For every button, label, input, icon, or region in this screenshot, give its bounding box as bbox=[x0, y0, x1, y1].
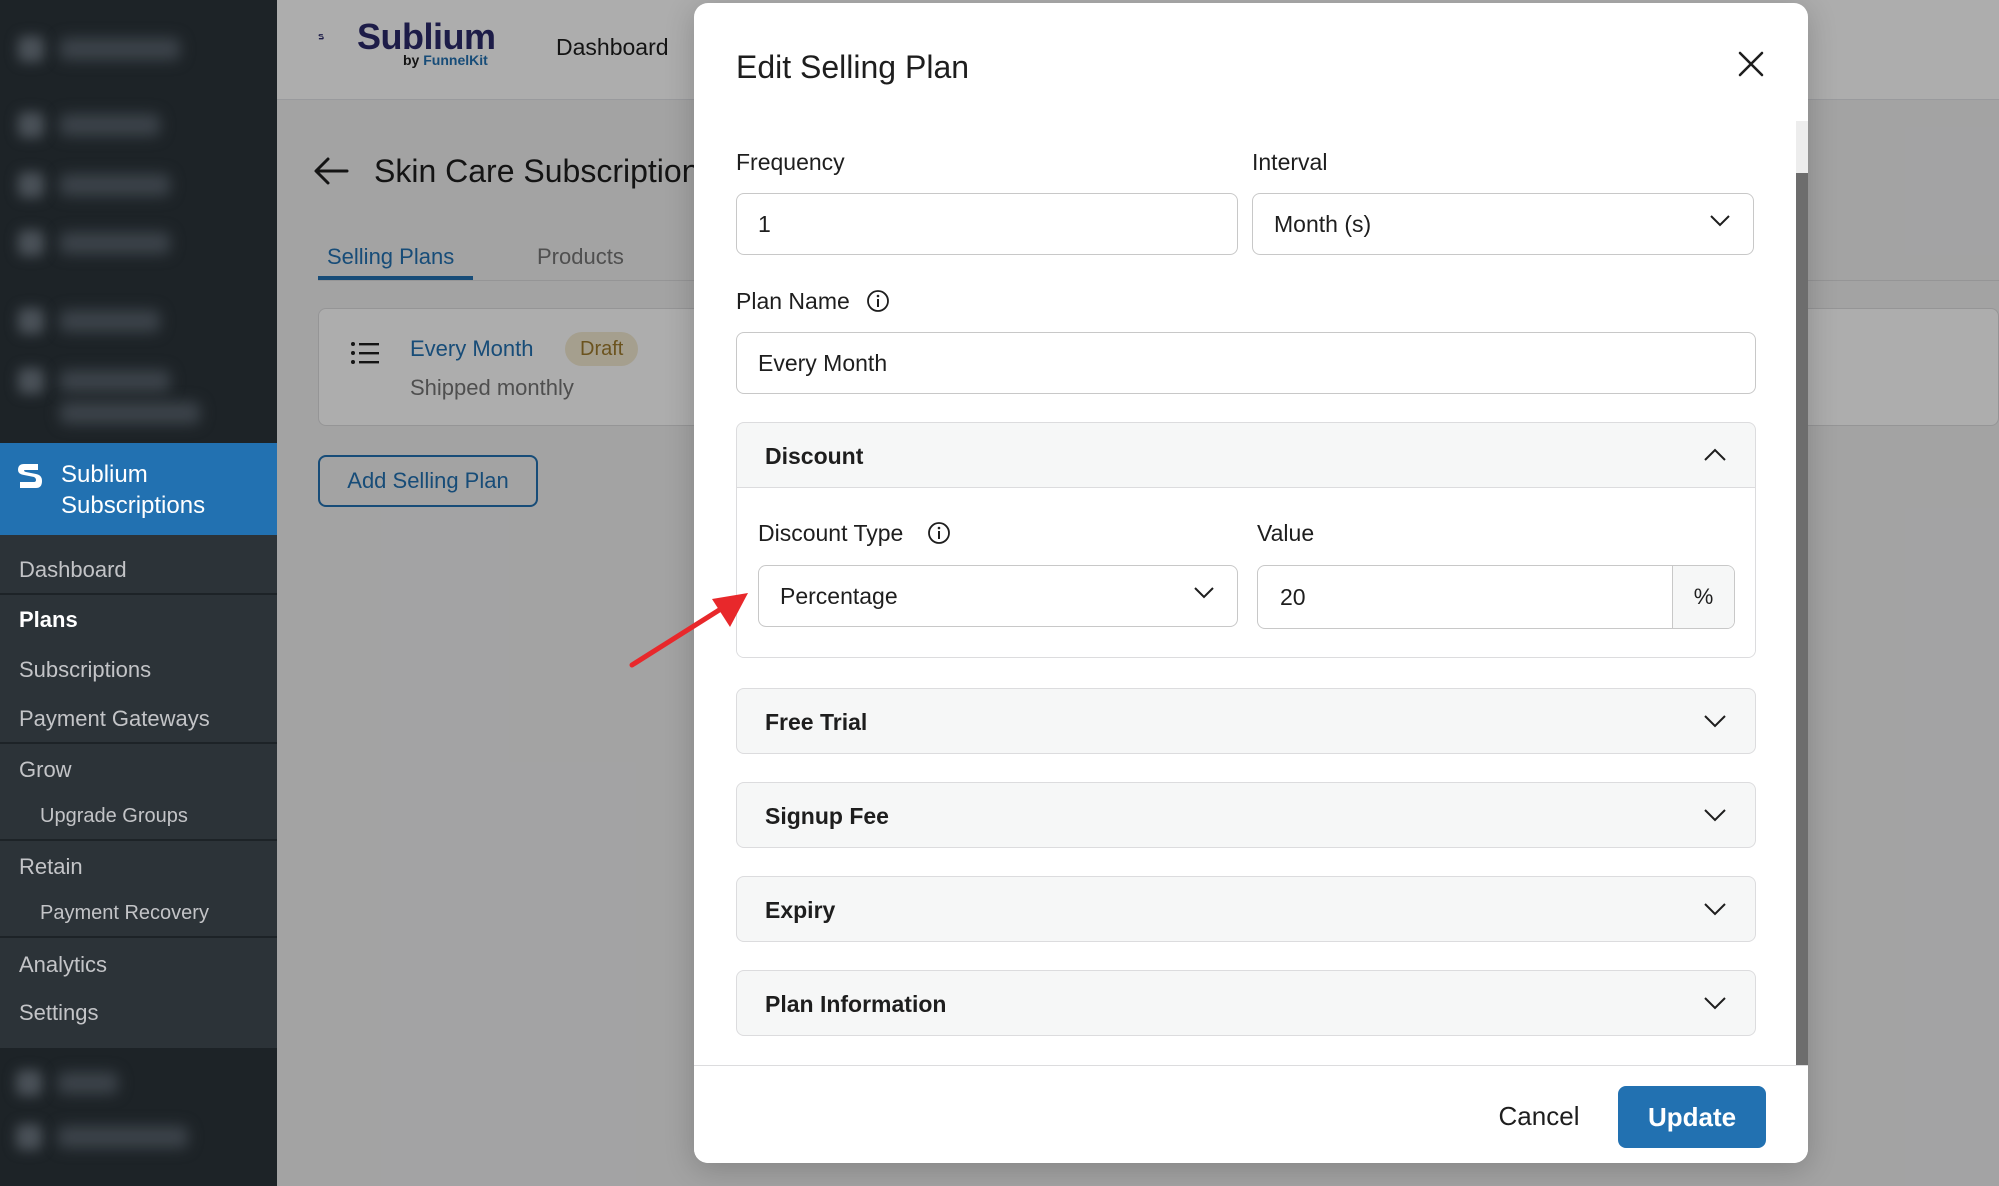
signup-fee-title: Signup Fee bbox=[765, 803, 889, 829]
chevron-down-icon bbox=[1194, 587, 1214, 599]
chevron-down-icon bbox=[1704, 997, 1726, 1010]
plan-name-input[interactable]: Every Month bbox=[736, 332, 1756, 394]
discount-section: Discount Discount Type Percentage Value … bbox=[736, 422, 1756, 658]
expiry-section[interactable]: Expiry bbox=[736, 876, 1756, 942]
info-icon[interactable] bbox=[927, 521, 951, 545]
interval-value: Month (s) bbox=[1274, 211, 1372, 237]
modal-scrollbar[interactable] bbox=[1796, 121, 1808, 1065]
plan-information-section[interactable]: Plan Information bbox=[736, 970, 1756, 1036]
modal-footer: Cancel Update bbox=[694, 1065, 1808, 1163]
signup-fee-section[interactable]: Signup Fee bbox=[736, 782, 1756, 848]
sidebar-item-payment-recovery[interactable]: Payment Recovery bbox=[40, 902, 209, 925]
sidebar-item-subscriptions[interactable]: Subscriptions bbox=[19, 657, 151, 683]
plan-name-label: Plan Name bbox=[736, 288, 850, 314]
cancel-button[interactable]: Cancel bbox=[1474, 1090, 1604, 1142]
sidebar-item-payment-gateways[interactable]: Payment Gateways bbox=[19, 706, 210, 732]
update-button[interactable]: Update bbox=[1618, 1086, 1766, 1148]
discount-type-value: Percentage bbox=[780, 583, 898, 609]
blurred-menu-top bbox=[0, 0, 277, 443]
blurred-menu-bottom bbox=[0, 1048, 277, 1186]
percent-unit: % bbox=[1672, 566, 1734, 628]
sidebar-item-retain[interactable]: Retain bbox=[19, 854, 83, 880]
chevron-down-icon bbox=[1704, 715, 1726, 728]
sidebar-item-settings[interactable]: Settings bbox=[19, 1000, 99, 1026]
free-trial-section[interactable]: Free Trial bbox=[736, 688, 1756, 754]
sidebar-item-dashboard[interactable]: Dashboard bbox=[19, 557, 127, 583]
sidebar-current-menu[interactable]: Sublium Subscriptions bbox=[0, 443, 277, 535]
sidebar-item-upgrade-groups[interactable]: Upgrade Groups bbox=[40, 805, 188, 828]
chevron-up-icon bbox=[1704, 448, 1726, 461]
chevron-down-icon bbox=[1704, 809, 1726, 822]
sublium-logo-icon bbox=[18, 464, 42, 488]
admin-sidebar: Sublium Subscriptions Dashboard Plans Su… bbox=[0, 0, 277, 1186]
chevron-down-icon bbox=[1704, 903, 1726, 916]
sidebar-item-grow[interactable]: Grow bbox=[19, 757, 72, 783]
info-icon[interactable] bbox=[866, 289, 890, 313]
sidebar-item-analytics[interactable]: Analytics bbox=[19, 952, 107, 978]
discount-value-label: Value bbox=[1257, 520, 1315, 546]
discount-section-title: Discount bbox=[765, 443, 864, 469]
interval-label: Interval bbox=[1252, 149, 1328, 175]
scrollbar-thumb[interactable] bbox=[1796, 173, 1808, 1065]
discount-value-input[interactable]: 20 % bbox=[1257, 565, 1735, 629]
frequency-input[interactable]: 1 bbox=[736, 193, 1238, 255]
discount-type-label: Discount Type bbox=[758, 520, 904, 546]
discount-section-header[interactable]: Discount bbox=[737, 423, 1755, 487]
frequency-label: Frequency bbox=[736, 149, 845, 175]
interval-select[interactable]: Month (s) bbox=[1252, 193, 1754, 255]
modal-title: Edit Selling Plan bbox=[736, 49, 970, 85]
edit-selling-plan-modal: Edit Selling Plan Frequency 1 Interval M… bbox=[694, 3, 1808, 1163]
discount-value: 20 bbox=[1280, 584, 1306, 610]
plan-information-title: Plan Information bbox=[765, 991, 947, 1017]
close-icon bbox=[1738, 51, 1764, 77]
chevron-down-icon bbox=[1710, 215, 1730, 227]
discount-section-body: Discount Type Percentage Value 20 % bbox=[737, 487, 1755, 657]
expiry-title: Expiry bbox=[765, 897, 836, 923]
annotation-arrow-icon bbox=[629, 593, 748, 668]
free-trial-title: Free Trial bbox=[765, 709, 868, 735]
discount-type-select[interactable]: Percentage bbox=[758, 565, 1238, 627]
sidebar-current-label: Sublium Subscriptions bbox=[61, 461, 206, 519]
sidebar-item-plans[interactable]: Plans bbox=[19, 607, 78, 633]
close-button[interactable] bbox=[1734, 47, 1768, 81]
